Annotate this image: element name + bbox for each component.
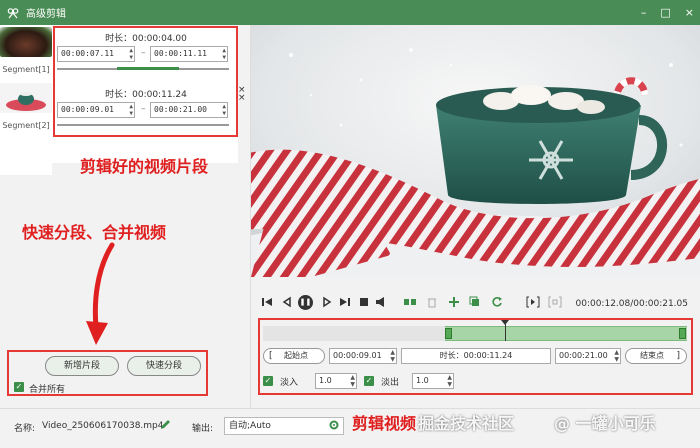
window-title: 高级剪辑	[26, 9, 66, 20]
maximize-button[interactable]: □	[660, 6, 670, 19]
player-controls: ❚❚ 00:00:12.08/00:00:21.05	[251, 290, 700, 316]
fade-in-input[interactable]: 1.0 ▲ ▼	[315, 373, 357, 389]
output-label: 输出:	[192, 424, 214, 434]
name-label: 名称:	[14, 424, 36, 434]
segment-thumb-label: Segment[1]	[2, 65, 50, 74]
segment-thumb-1[interactable]: Segment[1]	[0, 27, 52, 82]
set-start-button[interactable]: [ 起始点	[263, 348, 325, 364]
playhead-marker-icon	[501, 320, 509, 325]
annotation-quick: 快速分段、合并视频	[22, 223, 167, 242]
output-path-input[interactable]: 自动;Auto	[224, 417, 344, 435]
segment-thumb-label: Segment[2]	[2, 121, 50, 130]
segment-thumb-2[interactable]: Segment[2]	[0, 83, 52, 138]
video-preview[interactable]	[251, 25, 700, 277]
start-time-input[interactable]: 00:00:09.01 ▲ ▼	[329, 348, 397, 364]
segment-thumb-image	[0, 83, 52, 113]
start-time-value: 00:00:09.01	[333, 351, 382, 360]
file-name: Video_250606170038.mp4	[42, 421, 164, 431]
segments-panel: Segment[1] Segment[2] 时长：00:00:04.00 00:…	[0, 25, 251, 408]
app-logo-icon	[6, 6, 20, 20]
step-forward-icon[interactable]	[321, 296, 333, 311]
thumbnail-strip: Segment[1] Segment[2]	[0, 25, 52, 175]
title-bar: 高级剪辑 – □ ×	[0, 0, 700, 25]
delete-icon[interactable]	[426, 296, 438, 311]
trim-values-row: [ 起始点 00:00:09.01 ▲ ▼ 时长：00:00:11.24 00:0…	[263, 348, 687, 364]
annotation-segments: 剪辑好的视频片段	[80, 157, 209, 176]
quick-split-button[interactable]: 快速分段	[127, 356, 201, 376]
trim-editor: [ 起始点 00:00:09.01 ▲ ▼ 时长：00:00:11.24 00:0…	[259, 319, 692, 394]
crop-frame-icon[interactable]	[548, 296, 562, 311]
add-segment-button[interactable]: 新增片段	[45, 356, 119, 376]
fade-out-input[interactable]: 1.0 ▲ ▼	[412, 373, 454, 389]
merge-all-label: 合并所有	[29, 385, 66, 395]
set-start-label: 起始点	[284, 351, 308, 360]
settings-gear-icon[interactable]	[328, 419, 340, 437]
spin-arrows-icon[interactable]: ▲ ▼	[447, 374, 452, 388]
fade-in-label: 淡入	[280, 378, 299, 388]
fade-in-checkbox[interactable]: ✓	[263, 376, 273, 386]
end-time-input[interactable]: 00:00:21.00 ▲ ▼	[555, 348, 621, 364]
add-icon[interactable]	[448, 296, 460, 311]
fade-row: ✓ 淡入 1.0 ▲ ▼ ✓ 淡出 1.0 ▲ ▼	[263, 373, 687, 389]
end-time-value: 00:00:21.00	[559, 351, 608, 360]
merge-all-checkbox[interactable]: ✓	[14, 382, 24, 392]
output-path-value: 自动;Auto	[229, 421, 271, 431]
timeline-track[interactable]	[263, 320, 687, 341]
reset-icon[interactable]	[491, 296, 503, 311]
range-end-handle[interactable]	[679, 328, 686, 339]
skip-end-icon[interactable]	[339, 296, 351, 311]
minimize-button[interactable]: –	[641, 6, 647, 19]
spin-arrows-icon[interactable]: ▲ ▼	[350, 374, 355, 388]
skip-start-icon[interactable]	[261, 296, 273, 311]
volume-icon[interactable]	[375, 296, 387, 311]
segment-thumb-image	[0, 27, 52, 57]
stop-icon[interactable]	[358, 296, 370, 311]
annotation-editor: 剪辑视频	[352, 414, 417, 433]
fade-in-value: 1.0	[319, 376, 332, 385]
duration-display: 时长：00:00:11.24	[401, 348, 551, 364]
set-end-button[interactable]: 结束点 ]	[625, 348, 687, 364]
copy-icon[interactable]	[469, 296, 481, 311]
watermark-left: 掘金技术社区	[418, 414, 515, 433]
fade-out-value: 1.0	[416, 376, 429, 385]
segment-close-icon[interactable]: ×	[238, 93, 246, 103]
close-button[interactable]: ×	[685, 6, 694, 19]
time-readout: 00:00:12.08/00:00:21.05	[575, 299, 689, 309]
watermark-right: @ 一罐小可乐	[554, 414, 656, 433]
annotation-arrow-icon	[86, 242, 115, 345]
split-icon[interactable]	[403, 296, 417, 311]
video-frame-image	[251, 25, 700, 277]
mark-in-out-icon[interactable]	[526, 296, 540, 311]
fade-out-checkbox[interactable]: ✓	[364, 376, 374, 386]
spin-arrows-icon[interactable]: ▲ ▼	[390, 349, 395, 363]
spin-arrows-icon[interactable]: ▲ ▼	[614, 349, 619, 363]
range-start-handle[interactable]	[445, 328, 452, 339]
timeline-selected-range	[445, 326, 687, 341]
edit-pencil-icon[interactable]	[160, 419, 171, 433]
set-end-label: 结束点	[640, 351, 664, 360]
annotation-box-segments	[53, 26, 238, 137]
pause-button[interactable]: ❚❚	[298, 295, 313, 310]
fade-out-label: 淡出	[381, 378, 400, 388]
step-back-icon[interactable]	[281, 296, 293, 311]
